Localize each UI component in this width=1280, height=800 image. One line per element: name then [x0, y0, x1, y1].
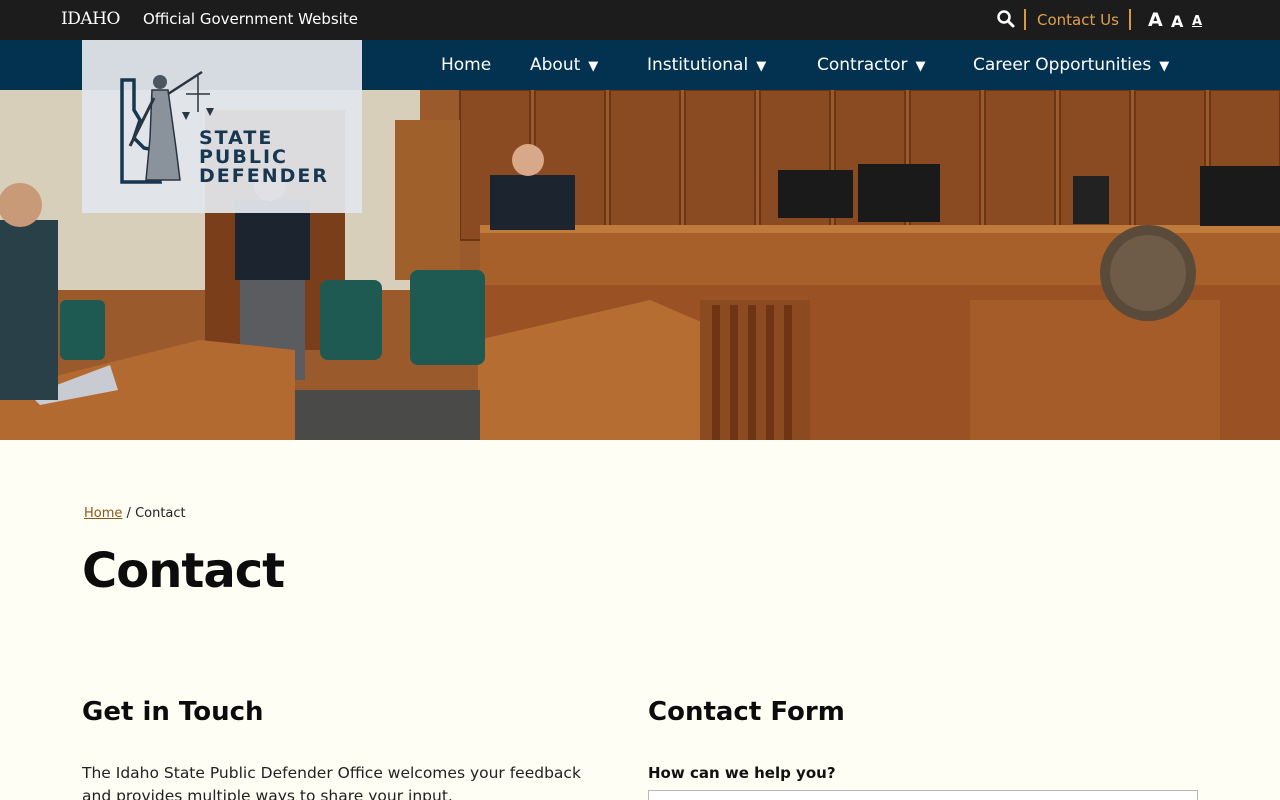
official-government-text: Official Government Website: [143, 10, 358, 28]
logo-line-defender: DEFENDER: [199, 165, 329, 187]
help-question-label: How can we help you?: [648, 764, 836, 782]
get-in-touch-heading: Get in Touch: [82, 697, 264, 727]
caret-down-icon: ▼: [756, 59, 767, 74]
nav-item-label: Career Opportunities: [973, 55, 1152, 75]
nav-item-label: Institutional: [647, 55, 749, 75]
nav-item-label: Contractor: [817, 55, 908, 75]
nav-item-about[interactable]: About ▼: [530, 55, 598, 75]
caret-down-icon: ▼: [588, 59, 599, 74]
search-icon[interactable]: [996, 9, 1016, 29]
get-in-touch-text: The Idaho State Public Defender Office w…: [82, 764, 581, 800]
breadcrumb-current: Contact: [135, 506, 186, 521]
state-public-defender-logo[interactable]: STATE PUBLIC DEFENDER: [82, 40, 362, 213]
utility-divider: [1024, 9, 1026, 30]
page-title: Contact: [82, 543, 285, 599]
utility-bar: IDAHO Official Government Website Contac…: [0, 0, 1280, 40]
help-question-input[interactable]: [648, 790, 1198, 800]
font-size-large-button[interactable]: A: [1148, 9, 1163, 31]
nav-item-contractor[interactable]: Contractor ▼: [817, 55, 926, 75]
font-size-medium-button[interactable]: A: [1171, 12, 1183, 31]
font-size-small-button[interactable]: A: [1192, 14, 1202, 29]
breadcrumb-home-link[interactable]: Home: [84, 506, 122, 521]
utility-divider: [1129, 9, 1131, 30]
nav-item-label: About: [530, 55, 581, 75]
caret-down-icon: ▼: [915, 59, 926, 74]
breadcrumb-separator: /: [126, 506, 131, 521]
contact-us-link[interactable]: Contact Us: [1037, 11, 1119, 29]
nav-item-label: Home: [441, 55, 492, 75]
caret-down-icon: ▼: [1159, 59, 1170, 74]
nav-item-institutional[interactable]: Institutional ▼: [647, 55, 766, 75]
nav-item-home[interactable]: Home: [441, 55, 491, 75]
idaho-logo[interactable]: IDAHO: [61, 9, 120, 29]
contact-form-heading: Contact Form: [648, 697, 845, 727]
nav-item-career-opportunities[interactable]: Career Opportunities ▼: [973, 55, 1169, 75]
breadcrumb: Home / Contact: [84, 506, 186, 521]
